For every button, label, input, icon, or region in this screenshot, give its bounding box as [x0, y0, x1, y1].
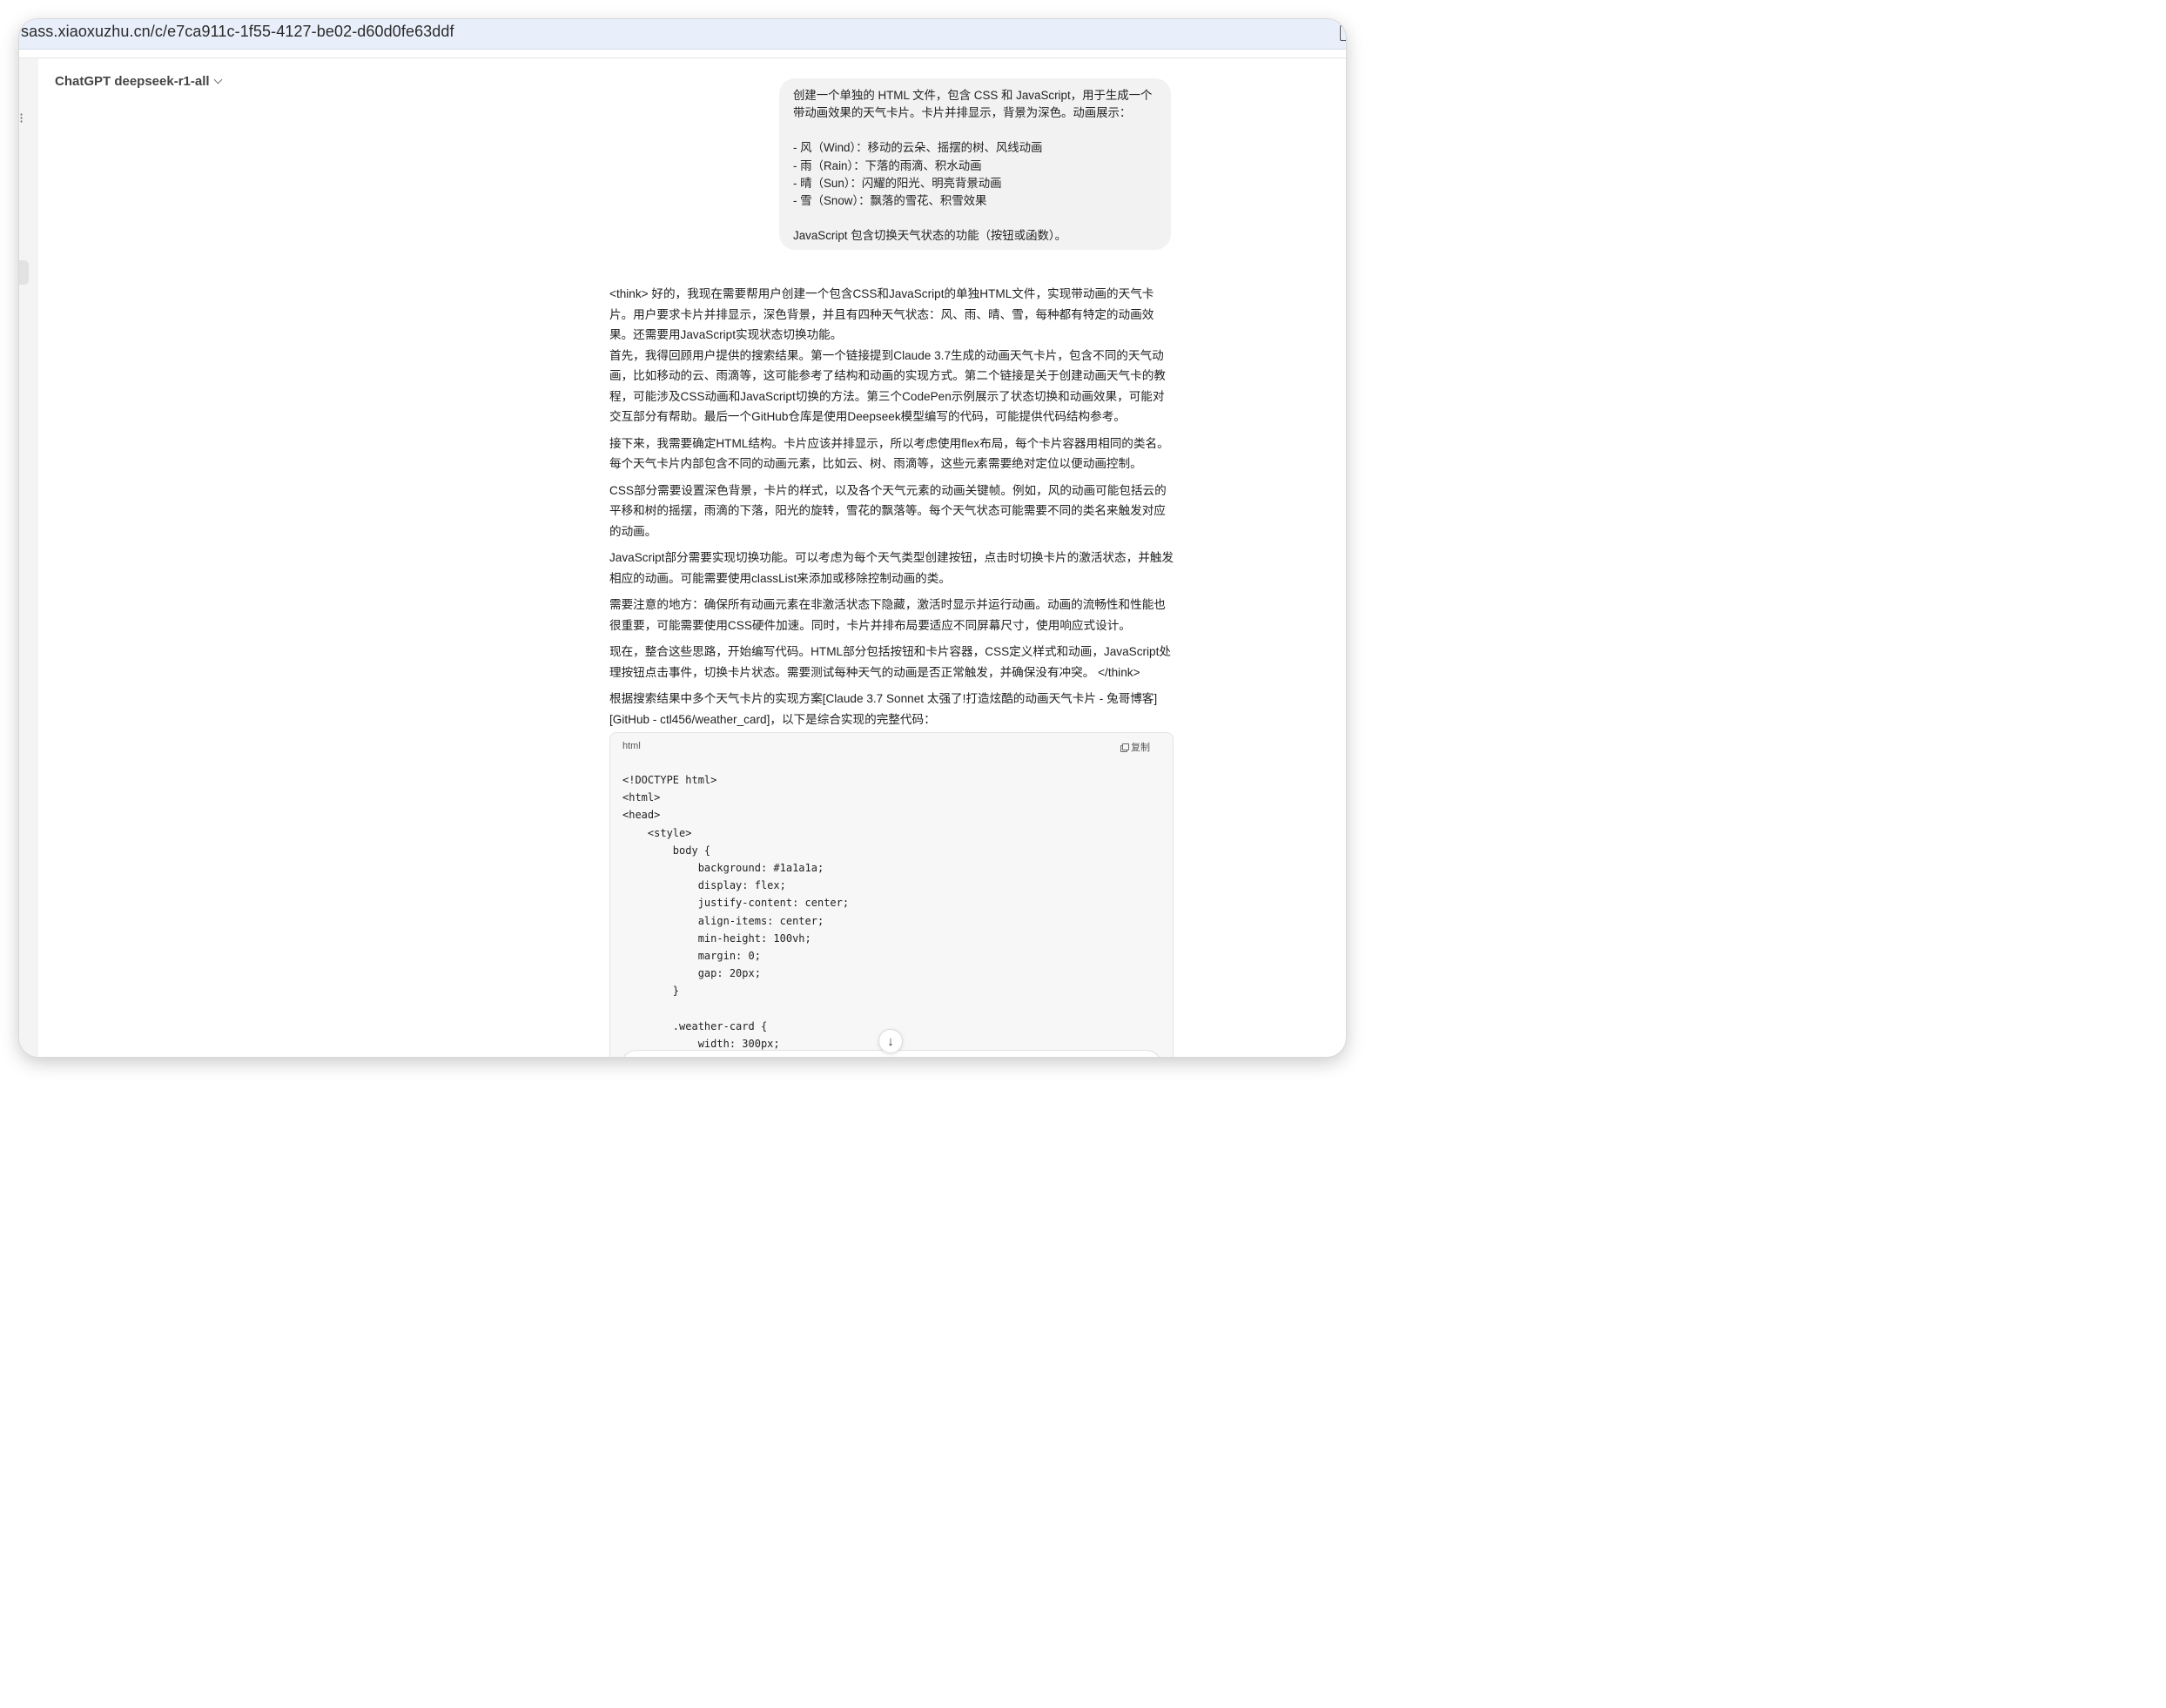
code-line: align-items: center;	[622, 914, 824, 927]
answer-paragraph: 根据搜索结果中多个天气卡片的实现方案[Claude 3.7 Sonnet 太强了…	[609, 692, 1158, 726]
url-text[interactable]: sass.xiaoxuzhu.cn/c/e7ca911c-1f55-4127-b…	[21, 23, 454, 41]
code-line: margin: 0;	[622, 950, 761, 963]
code-block: html 复制 <!DOCTYPE html> <html> <head> <s…	[609, 732, 1174, 1057]
code-line: background: #1a1a1a;	[622, 862, 824, 875]
user-message-line: - 晴（Sun）：闪耀的阳光、明亮背景动画	[793, 176, 1002, 190]
user-message-line: 带动画效果的天气卡片。卡片并排显示，背景为深色。动画展示：	[793, 106, 1132, 120]
user-message-line: - 雨（Rain）：下落的雨滴、积水动画	[793, 158, 982, 172]
code-line: .weather-card {	[622, 1019, 768, 1032]
user-message-bubble: 创建一个单独的 HTML 文件，包含 CSS 和 JavaScript，用于生成…	[779, 78, 1171, 250]
sidebar-collapse-icon[interactable]: ⁝	[19, 112, 24, 126]
code-line: min-height: 100vh;	[622, 931, 811, 945]
code-line: width: 300px;	[622, 1038, 780, 1051]
user-message-line	[793, 122, 1157, 139]
user-message-line: JavaScript 包含切换天气状态的功能（按钮或函数）。	[793, 229, 1066, 243]
header-divider	[19, 57, 1346, 58]
sidebar-handle[interactable]	[19, 260, 29, 285]
answer-paragraph: <think> 好的，我现在需要帮用户创建一个包含CSS和JavaScript的…	[609, 287, 1154, 341]
browser-window: sass.xiaoxuzhu.cn/c/e7ca911c-1f55-4127-b…	[19, 19, 1346, 1057]
code-language-label: html	[622, 741, 641, 751]
answer-paragraph: 首先，我得回顾用户提供的搜索结果。第一个链接提到Claude 3.7生成的动画天…	[609, 348, 1166, 424]
sidebar-strip: ⁝	[19, 58, 38, 1057]
address-bar[interactable]: sass.xiaoxuzhu.cn/c/e7ca911c-1f55-4127-b…	[19, 19, 1346, 50]
answer-paragraph: JavaScript部分需要实现切换功能。可以考虑为每个天气类型创建按钮，点击时…	[609, 551, 1174, 585]
copy-code-button[interactable]: 复制	[1120, 740, 1150, 754]
user-message-line	[793, 210, 1157, 227]
code-line: <head>	[622, 809, 661, 822]
user-message-line: 创建一个单独的 HTML 文件，包含 CSS 和 JavaScript，用于生成…	[793, 89, 1153, 102]
assistant-message: <think> 好的，我现在需要帮用户创建一个包含CSS和JavaScript的…	[609, 284, 1174, 736]
answer-paragraph: CSS部分需要设置深色背景，卡片的样式，以及各个天气元素的动画关键帧。例如，风的…	[609, 483, 1167, 538]
code-line: gap: 20px;	[622, 967, 761, 980]
code-content: <!DOCTYPE html> <html> <head> <style> bo…	[622, 771, 849, 1052]
answer-paragraph: 需要注意的地方：确保所有动画元素在非激活状态下隐藏，激活时显示并运行动画。动画的…	[609, 598, 1166, 632]
scroll-to-bottom-button[interactable]: ↓	[878, 1029, 903, 1053]
code-line: body {	[622, 844, 711, 857]
tab-icon[interactable]	[1340, 25, 1346, 41]
answer-paragraph: 接下来，我需要确定HTML结构。卡片应该并排显示，所以考虑使用flex布局，每个…	[609, 436, 1169, 471]
code-line: <!DOCTYPE html>	[622, 774, 717, 786]
copy-button-label: 复制	[1131, 743, 1150, 753]
arrow-down-icon: ↓	[887, 1033, 894, 1049]
code-line: <html>	[622, 791, 661, 804]
code-line: justify-content: center;	[622, 897, 850, 910]
model-selector[interactable]: ChatGPT deepseek-r1-all	[55, 71, 223, 91]
answer-paragraph: 现在，整合这些思路，开始编写代码。HTML部分包括按钮和卡片容器，CSS定义样式…	[609, 645, 1171, 679]
user-message-line: - 雪（Snow）：飘落的雪花、积雪效果	[793, 194, 987, 208]
code-line: display: flex;	[622, 879, 786, 892]
model-name: ChatGPT deepseek-r1-all	[55, 73, 210, 89]
code-line: }	[622, 985, 680, 998]
user-message-line: - 风（Wind）：移动的云朵、摇摆的树、风线动画	[793, 141, 1043, 155]
code-line: <style>	[622, 826, 692, 839]
chevron-down-icon	[213, 75, 223, 84]
copy-icon	[1120, 743, 1129, 752]
